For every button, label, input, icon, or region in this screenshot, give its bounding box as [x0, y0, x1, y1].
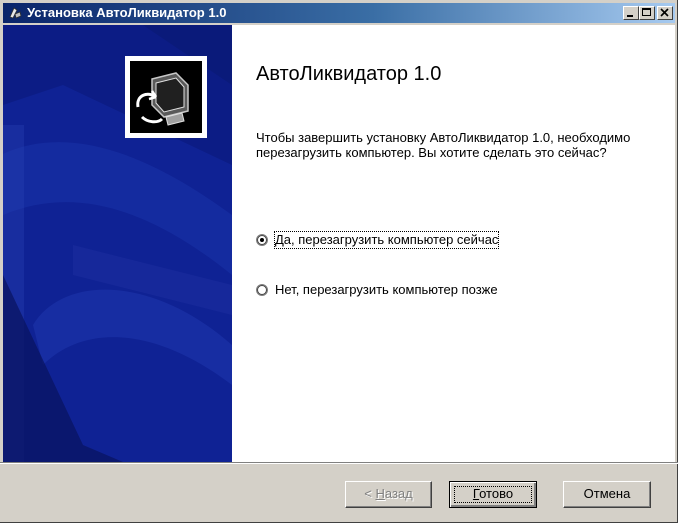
wizard-sidebar-image: [3, 25, 232, 462]
close-button[interactable]: [657, 6, 673, 20]
cancel-button[interactable]: Отмена: [563, 481, 651, 508]
minimize-button[interactable]: [623, 6, 639, 20]
installer-window: Установка АвтоЛиквидатор 1.0 АвтоЛиквида…: [0, 0, 678, 523]
back-accel: Н: [375, 486, 385, 501]
wizard-content: АвтоЛиквидатор 1.0 Чтобы завершить устан…: [232, 25, 675, 462]
minimize-icon: [627, 15, 633, 17]
restart-description: Чтобы завершить установку АвтоЛиквидатор…: [256, 130, 631, 160]
page-title: АвтоЛиквидатор 1.0: [256, 63, 442, 85]
back-rest: азад: [384, 486, 413, 501]
back-button[interactable]: < Назад: [345, 481, 432, 508]
back-prefix: <: [364, 486, 376, 501]
restart-now-label: Да, перезагрузить компьютер сейчас: [273, 231, 500, 249]
restart-later-label: Нет, перезагрузить компьютер позже: [275, 282, 498, 297]
title-bar[interactable]: Установка АвтоЛиквидатор 1.0: [3, 3, 675, 23]
radio-unselected-icon[interactable]: [256, 284, 268, 296]
maximize-icon: [642, 8, 651, 16]
computer-install-icon: [130, 61, 202, 133]
footer-separator: [0, 462, 678, 464]
finish-button[interactable]: Готово: [449, 481, 537, 508]
window-title: Установка АвтоЛиквидатор 1.0: [27, 5, 227, 20]
focus-rect: [454, 486, 532, 503]
maximize-button[interactable]: [639, 6, 655, 20]
logo-frame: [125, 56, 207, 138]
radio-selected-icon[interactable]: [256, 234, 268, 246]
close-icon: [660, 8, 669, 17]
installer-icon: [7, 5, 23, 21]
